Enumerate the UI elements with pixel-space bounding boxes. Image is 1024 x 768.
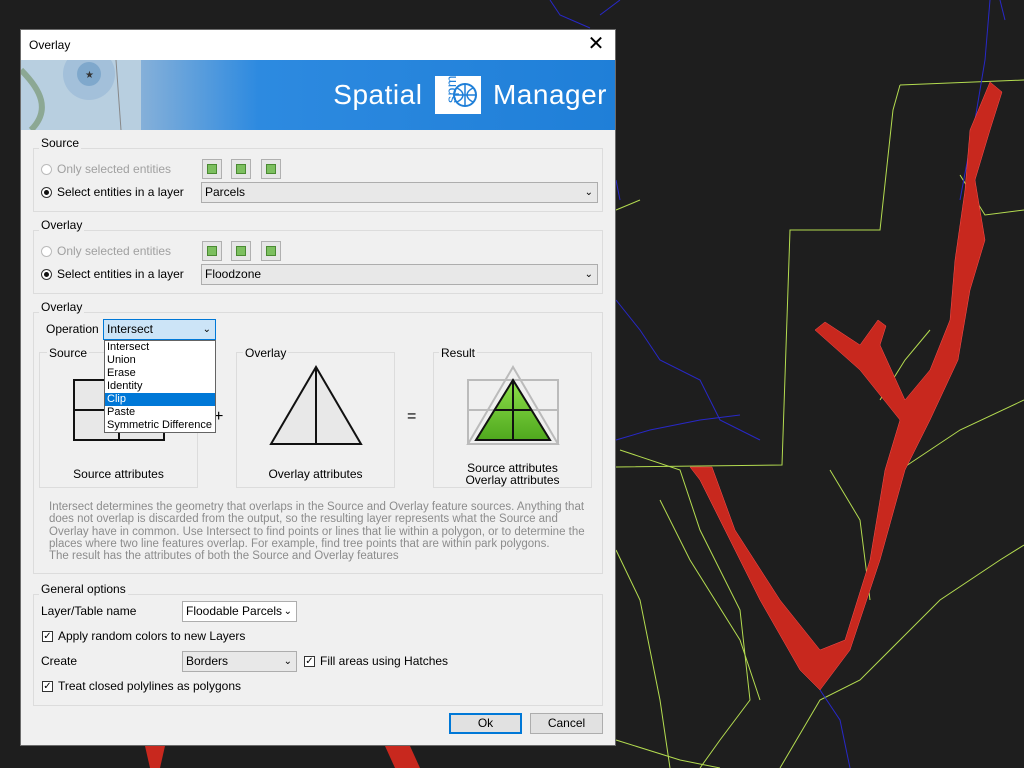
- source-layer-value: Parcels: [205, 185, 246, 199]
- operation-option[interactable]: Paste: [105, 406, 215, 419]
- closed-polylines-label: Treat closed polylines as polygons: [58, 679, 241, 693]
- spatial-manager-banner: ★ Spatial spm Manager: [21, 60, 615, 130]
- source-layer-label: Select entities in a layer: [57, 185, 184, 199]
- select-table-icon[interactable]: [261, 241, 281, 261]
- map-thumbnail-icon: ★: [21, 60, 141, 130]
- chevron-down-icon: ⌄: [202, 324, 211, 335]
- brand-logo: Spatial spm Manager: [333, 76, 607, 114]
- operation-option[interactable]: Erase: [105, 367, 215, 380]
- general-options-title: General options: [39, 582, 128, 596]
- overlay-diagram-panel: Overlay attributes: [236, 352, 395, 488]
- radio-dot: [41, 163, 52, 175]
- chevron-down-icon: ⌄: [584, 269, 593, 280]
- source-only-selected-label: Only selected entities: [57, 162, 172, 176]
- source-layer-radio[interactable]: Select entities in a layer: [41, 185, 184, 199]
- layer-name-label: Layer/Table name: [41, 604, 137, 618]
- select-window-icon[interactable]: [231, 241, 251, 261]
- overlay-only-selected-radio[interactable]: Only selected entities: [41, 244, 171, 258]
- result-caption-2: Overlay attributes: [465, 473, 560, 487]
- overlay-attributes-caption: Overlay attributes: [268, 467, 363, 481]
- cancel-button[interactable]: Cancel: [530, 713, 603, 734]
- overlay-panel-title: Overlay: [243, 346, 289, 360]
- window-title: Overlay: [29, 38, 71, 52]
- create-label: Create: [41, 654, 78, 668]
- spm-logo-text: spm: [443, 76, 459, 103]
- select-entities-icon[interactable]: [202, 159, 222, 179]
- source-only-selected-radio[interactable]: Only selected entities: [41, 162, 171, 176]
- result-diagram-panel: Source attributes Overlay attributes: [433, 352, 592, 488]
- chevron-down-icon: ⌄: [283, 656, 292, 667]
- brand-manager: Manager: [492, 79, 607, 110]
- operation-option[interactable]: Union: [105, 354, 215, 367]
- layer-name-value: Floodable Parcels: [186, 604, 283, 618]
- overlay-group-title: Overlay: [39, 218, 85, 232]
- operation-option[interactable]: Symmetric Difference: [105, 419, 215, 432]
- result-panel-title: Result: [439, 346, 478, 360]
- check-icon: ✓: [42, 680, 53, 692]
- check-icon: ✓: [42, 630, 53, 642]
- operation-option[interactable]: Identity: [105, 380, 215, 393]
- overlay-layer-label: Select entities in a layer: [57, 267, 184, 281]
- select-window-icon[interactable]: [231, 159, 251, 179]
- svg-text:★: ★: [85, 70, 94, 81]
- radio-dot: [41, 186, 52, 198]
- description-text: Intersect determines the geometry that o…: [49, 501, 585, 550]
- operation-value: Intersect: [107, 322, 154, 336]
- close-icon[interactable]: ✕: [583, 33, 609, 57]
- fill-hatches-checkbox[interactable]: ✓ Fill areas using Hatches: [304, 654, 448, 668]
- brand-spatial: Spatial: [333, 79, 423, 110]
- closed-polylines-checkbox[interactable]: ✓ Treat closed polylines as polygons: [42, 679, 241, 693]
- create-select[interactable]: Borders ⌄: [182, 651, 297, 672]
- random-colors-checkbox[interactable]: ✓ Apply random colors to new Layers: [42, 629, 245, 643]
- spm-globe-icon: spm: [434, 76, 481, 114]
- overlay-layer-radio[interactable]: Select entities in a layer: [41, 267, 184, 281]
- ok-button[interactable]: Ok: [449, 713, 522, 734]
- check-icon: ✓: [304, 655, 315, 667]
- operation-option[interactable]: Intersect: [105, 341, 215, 354]
- equals-sign: =: [407, 408, 417, 425]
- source-attributes-caption: Source attributes: [73, 467, 164, 481]
- radio-dot: [41, 268, 52, 280]
- operation-description: Intersect determines the geometry that o…: [49, 501, 589, 562]
- select-table-icon[interactable]: [261, 159, 281, 179]
- overlay-layer-select[interactable]: Floodzone ⌄: [201, 264, 598, 285]
- layer-name-select[interactable]: Floodable Parcels ⌄: [182, 601, 297, 622]
- select-entities-icon[interactable]: [202, 241, 222, 261]
- radio-dot: [41, 245, 52, 257]
- overlay-layer-value: Floodzone: [205, 267, 262, 281]
- overlay-dialog: Overlay ✕ ★ Spatial spm Manager Source O…: [20, 29, 616, 746]
- source-group-title: Source: [39, 136, 82, 150]
- fill-hatches-label: Fill areas using Hatches: [320, 654, 449, 668]
- operation-group-title: Overlay: [39, 300, 85, 314]
- chevron-down-icon: ⌄: [584, 187, 593, 198]
- description-text-2: The result has the attributes of both th…: [49, 550, 399, 563]
- title-bar: Overlay ✕: [21, 30, 615, 60]
- source-panel-title: Source: [47, 346, 90, 360]
- create-value: Borders: [186, 654, 229, 668]
- operation-dropdown-list[interactable]: Intersect Union Erase Identity Clip Past…: [104, 340, 216, 433]
- overlay-only-selected-label: Only selected entities: [57, 244, 172, 258]
- chevron-down-icon: ⌄: [283, 606, 292, 617]
- source-layer-select[interactable]: Parcels ⌄: [201, 182, 598, 203]
- random-colors-label: Apply random colors to new Layers: [58, 629, 246, 643]
- operation-select[interactable]: Intersect ⌄: [103, 319, 216, 340]
- operation-option-highlighted[interactable]: Clip: [105, 393, 215, 406]
- operation-label: Operation: [46, 322, 99, 336]
